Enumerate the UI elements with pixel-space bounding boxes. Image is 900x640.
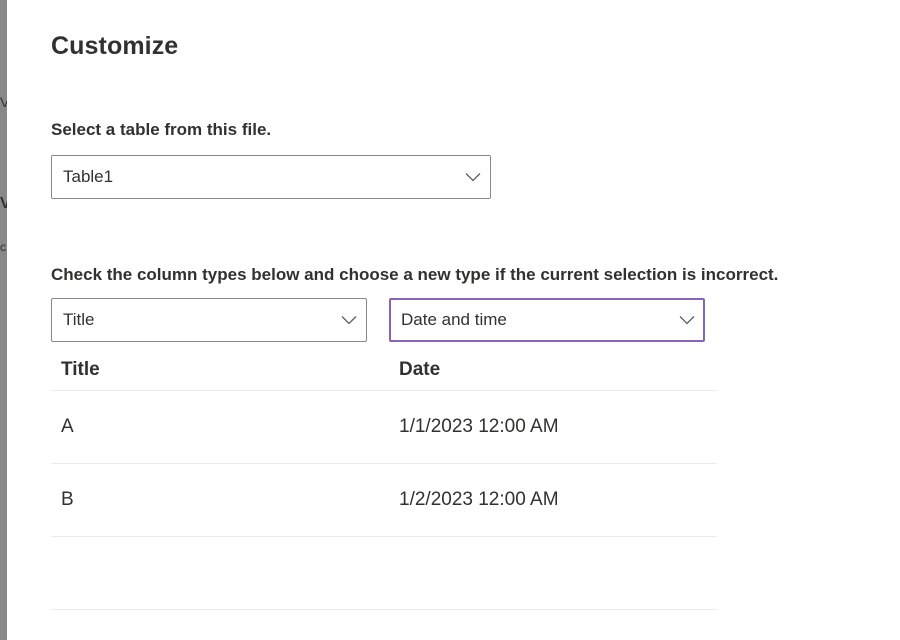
- panel-title: Customize: [51, 32, 179, 60]
- background-text: V: [0, 197, 7, 211]
- table-row: B 1/2/2023 12:00 AM: [51, 464, 717, 537]
- table-select-label: Select a table from this file.: [51, 120, 272, 139]
- background-text: V: [0, 95, 7, 109]
- title-column-type-value: Title: [63, 310, 95, 329]
- column-header-title: Title: [61, 359, 100, 380]
- date-column-type-value: Date and time: [401, 310, 507, 329]
- background-app: V V c: [0, 0, 7, 640]
- table-header: Title Date: [51, 350, 717, 391]
- date-column-type-dropdown[interactable]: Date and time: [389, 298, 705, 342]
- background-text: c: [0, 240, 6, 254]
- table-dropdown-value: Table1: [63, 167, 114, 186]
- chevron-down-icon: [341, 315, 357, 325]
- screen: V V c Customize Select a table from this…: [0, 0, 900, 640]
- cell-date: 1/1/2023 12:00 AM: [399, 416, 559, 437]
- chevron-down-icon: [465, 172, 481, 182]
- chevron-down-icon: [679, 315, 695, 325]
- cell-title: A: [61, 416, 74, 437]
- column-header-date: Date: [399, 359, 441, 380]
- customize-panel: Customize Select a table from this file.…: [7, 0, 900, 640]
- cell-title: B: [61, 489, 74, 510]
- table-dropdown[interactable]: Table1: [51, 155, 491, 199]
- preview-table: Title Date A 1/1/2023 12:00 AM B 1/2/202…: [51, 350, 717, 610]
- cell-date: 1/2/2023 12:00 AM: [399, 489, 559, 510]
- table-row: A 1/1/2023 12:00 AM: [51, 391, 717, 464]
- column-types-label: Check the column types below and choose …: [51, 265, 779, 284]
- table-row-empty: [51, 537, 717, 610]
- title-column-type-dropdown[interactable]: Title: [51, 298, 367, 342]
